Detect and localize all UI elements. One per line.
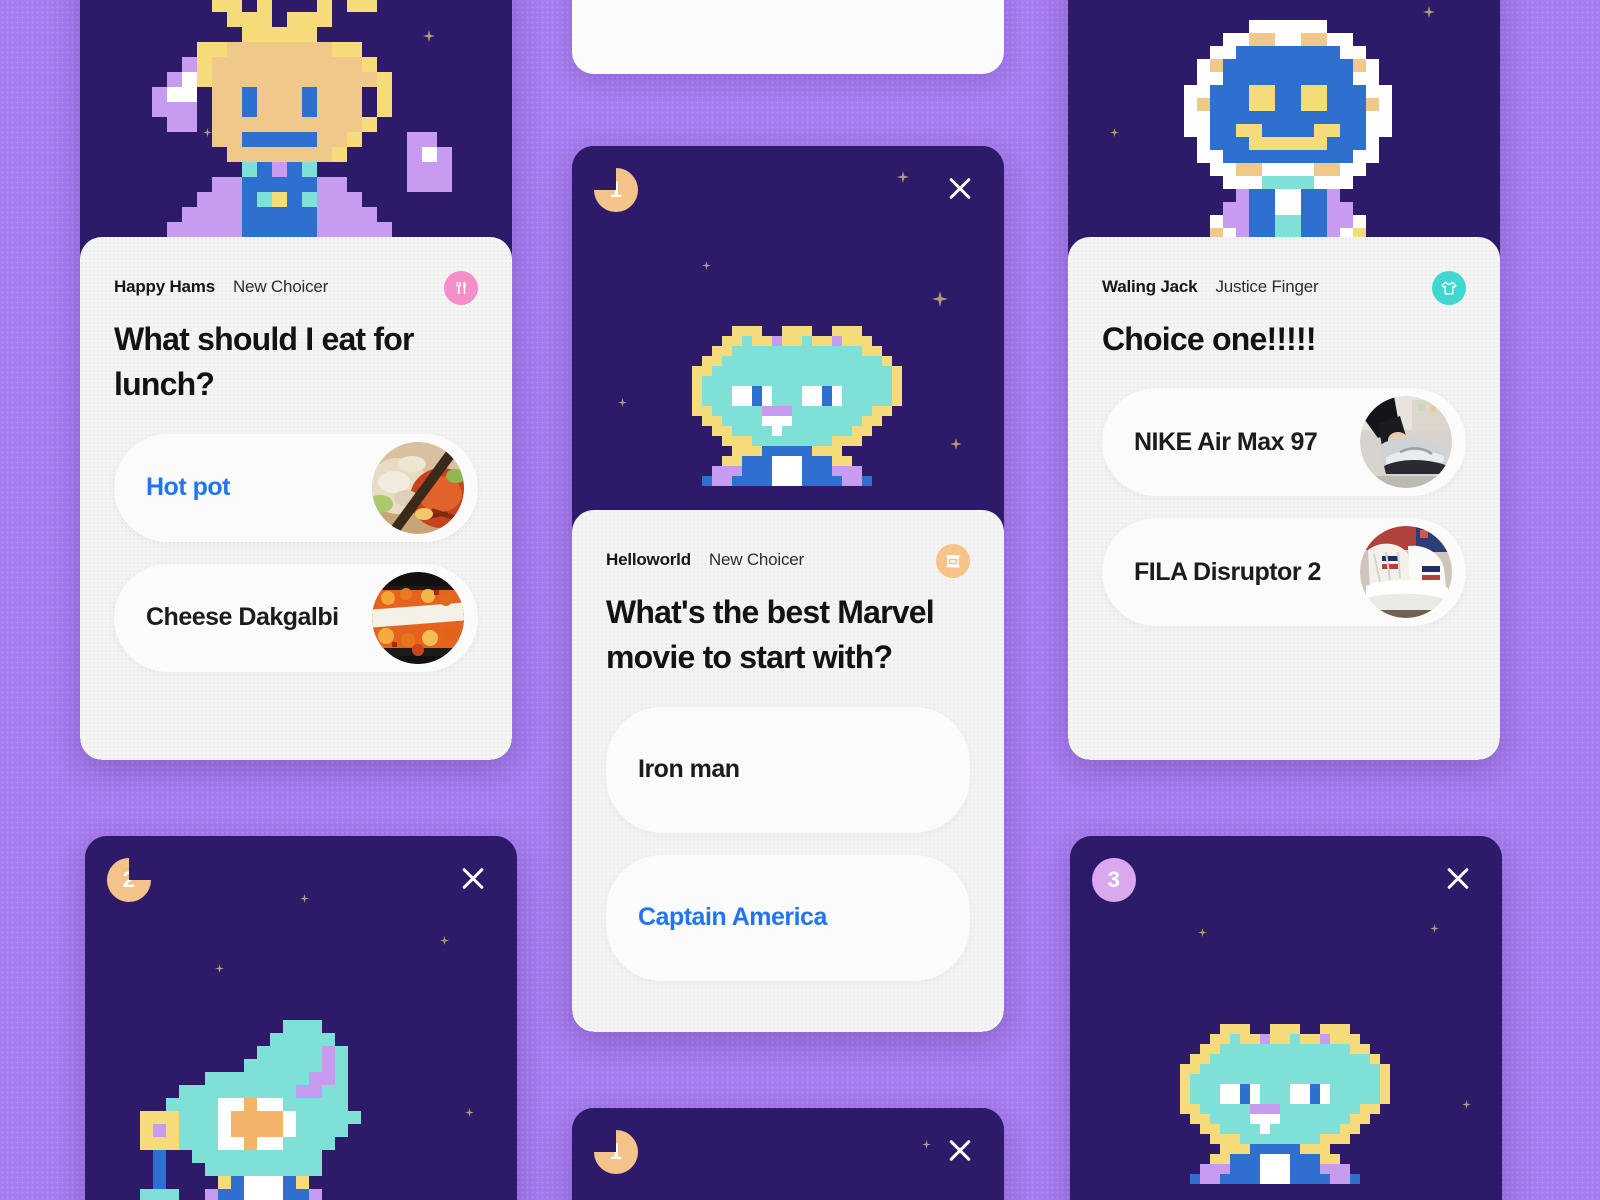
sparkle-icon (1198, 928, 1207, 937)
poll-option[interactable]: Hot pot (114, 433, 478, 542)
sparkle-icon (618, 398, 627, 407)
poll-option-label: Captain America (638, 903, 827, 932)
close-icon[interactable] (940, 1130, 980, 1170)
poll-card-marvel[interactable]: 1 Helloworld New Choicer What's the best… (572, 146, 1004, 1032)
sparkle-icon (950, 438, 962, 450)
poll-sheet-lunch: Happy Hams New Choicer What should I eat… (80, 237, 512, 760)
poll-author-tag: New Choicer (708, 550, 805, 569)
poll-options-lunch: Hot pot Cheese Dakgalbi (114, 433, 478, 672)
cinema-icon (936, 544, 970, 578)
hot-pot-photo (372, 441, 464, 534)
sparkle-icon (932, 291, 948, 307)
sparkle-icon (215, 964, 224, 973)
sparkle-icon (1423, 6, 1435, 18)
poll-options-marvel: Iron man Captain America (606, 706, 970, 981)
poll-question: Choice one!!!!! (1102, 321, 1317, 357)
poll-question: What's the best Marvel movie to start wi… (606, 594, 935, 676)
sparkle-icon (897, 171, 909, 183)
pixel-character-curly-cat (692, 326, 902, 526)
poll-author-tag: Justice Finger (1215, 277, 1319, 296)
card-index-badge: 3 (1092, 858, 1136, 902)
poll-card-partial-bottom-right[interactable]: 3 (1070, 836, 1502, 1200)
partial-card-top (572, 0, 1004, 74)
poll-question: What should I eat for lunch? (114, 321, 414, 403)
sparkle-icon (922, 1140, 931, 1149)
poll-option[interactable]: FILA Disruptor 2 (1102, 518, 1466, 627)
poll-card-partial-bottom-center[interactable]: 1 (572, 1108, 1004, 1200)
poll-author: Happy Hams (114, 277, 215, 296)
pixel-character-mint-hat (140, 1020, 380, 1200)
poll-meta-choice: Waling Jack Justice Finger (1102, 271, 1466, 305)
poll-meta-marvel: Helloworld New Choicer (606, 544, 970, 578)
poll-option-label: FILA Disruptor 2 (1134, 557, 1321, 586)
sparkle-icon (440, 936, 449, 945)
poll-option[interactable]: NIKE Air Max 97 (1102, 388, 1466, 497)
poll-author-tag: New Choicer (232, 277, 329, 296)
poll-option-label: NIKE Air Max 97 (1134, 427, 1318, 456)
poll-option-label: Hot pot (146, 473, 230, 502)
pixel-character-lantern (152, 0, 452, 252)
sparkle-icon (702, 261, 711, 270)
pixel-character-curly-cat (1180, 1024, 1390, 1200)
poll-sheet-choice: Waling Jack Justice Finger Choice one!!!… (1068, 237, 1500, 760)
close-icon[interactable] (940, 168, 980, 208)
poll-option[interactable]: Captain America (606, 854, 970, 981)
poll-author: Waling Jack (1102, 277, 1198, 296)
poll-option-label: Cheese Dakgalbi (146, 603, 339, 632)
poll-card-choice[interactable]: Waling Jack Justice Finger Choice one!!!… (1068, 0, 1500, 760)
cheese-dakgalbi-photo (372, 571, 464, 664)
poll-option[interactable]: Iron man (606, 706, 970, 833)
poll-card-partial-bottom-left[interactable]: 2 (85, 836, 517, 1200)
tshirt-icon (1432, 271, 1466, 305)
sparkle-icon (1430, 924, 1439, 933)
sparkle-icon (1462, 1100, 1471, 1109)
poll-card-lunch[interactable]: Happy Hams New Choicer What should I eat… (80, 0, 512, 760)
pixel-character-smiley (1184, 20, 1392, 254)
close-icon[interactable] (1438, 858, 1478, 898)
sparkle-icon (465, 1108, 474, 1117)
sparkle-icon (1110, 128, 1119, 137)
poll-meta-lunch: Happy Hams New Choicer (114, 271, 478, 305)
fila-disruptor-photo (1360, 526, 1452, 619)
poll-option[interactable]: Cheese Dakgalbi (114, 563, 478, 672)
poll-author: Helloworld (606, 550, 691, 569)
poll-sheet-marvel: Helloworld New Choicer What's the best M… (572, 510, 1004, 1032)
close-icon[interactable] (453, 858, 493, 898)
sparkle-icon (300, 894, 309, 903)
poll-options-choice: NIKE Air Max 97 FILA Disruptor 2 (1102, 388, 1466, 627)
cutlery-icon (444, 271, 478, 305)
poll-option-label: Iron man (638, 755, 740, 784)
nike-air-max-photo (1360, 396, 1452, 489)
